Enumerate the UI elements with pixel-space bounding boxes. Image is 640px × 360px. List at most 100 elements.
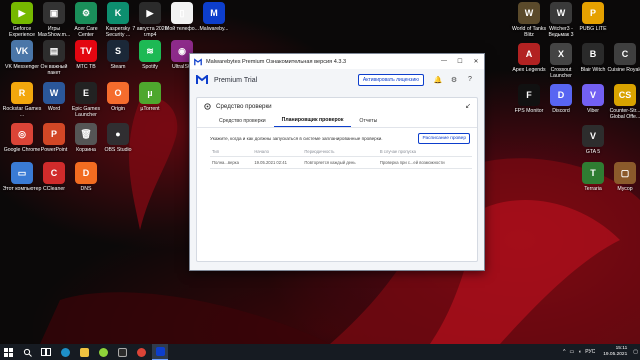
acer-care-icon: ⚙ (75, 2, 97, 24)
desktop-icon-label: OBS Studio (104, 147, 132, 153)
scanner-panel-title: Средство проверки (216, 102, 272, 110)
table-cell: Повторяется каждый день (302, 156, 378, 169)
table-cell: 19.05.2021 02:41 (252, 156, 303, 169)
desktop-icon-label: GTA 5 (585, 149, 601, 155)
tray-overflow-chevron-icon[interactable]: ^ (563, 349, 565, 355)
help-icon[interactable]: ? (462, 76, 478, 84)
document-icon: ▯ (171, 2, 193, 24)
gta5-icon: V (582, 125, 604, 147)
collapse-panel-icon[interactable]: ↙ (465, 102, 471, 110)
mts-tv-icon: TV (75, 40, 97, 62)
column-header[interactable]: Тип (210, 147, 253, 157)
origin-icon: O (107, 82, 129, 104)
taskbar-malwarebytes[interactable] (152, 344, 168, 360)
table-cell: Полна...верка (210, 156, 253, 169)
csgo-icon: CS (614, 84, 636, 106)
window-titlebar[interactable]: Malwarebytes Premium Ознакомительная вер… (190, 54, 484, 69)
table-row[interactable]: Полна...верка 19.05.2021 02:41 Повторяется… (210, 156, 472, 169)
apex-icon: A (518, 43, 540, 65)
trash-folder-icon: ▢ (614, 162, 636, 184)
column-header[interactable]: В случае пропуска (377, 147, 472, 157)
scanner-tabs: Средство проверки Планировщик проверок О… (197, 114, 477, 128)
clock-date: 19.05.2021 (603, 352, 628, 357)
activate-license-button[interactable]: Активировать лицензию (357, 74, 424, 86)
desktop-icon[interactable]: CS Counter-Str... Global Offe... (605, 84, 640, 120)
task-view-icon (41, 348, 51, 356)
scanner-icon (204, 102, 211, 110)
ccleaner-icon: C (43, 162, 65, 184)
table-cell: Проверка при с...ей возможности (377, 156, 472, 169)
utorrent-icon: µ (139, 82, 161, 104)
clock[interactable]: 15:11 19.05.2021 (603, 346, 627, 358)
video-file-icon: ▶ (139, 2, 161, 24)
fps-monitor-icon: F (518, 84, 540, 106)
desktop-icon[interactable]: ▢ Мусор (605, 162, 640, 192)
desktop-icon-label: Мусор (617, 186, 633, 192)
recycle-bin-icon: 🗑 (75, 123, 97, 145)
notifications-icon[interactable]: ▢ (633, 349, 638, 355)
file-icon: ▤ (43, 40, 65, 62)
column-header[interactable]: Начало (252, 147, 303, 157)
desktop-icon-label: µTorrent (140, 106, 160, 112)
dns-icon: D (75, 162, 97, 184)
taskbar-chrome[interactable] (133, 344, 149, 360)
wot-blitz-icon: W (518, 2, 540, 24)
language-indicator[interactable]: РУС (585, 349, 595, 355)
volume-icon[interactable]: ◖ (578, 349, 581, 355)
desktop-icon[interactable]: C Cuisine Royale (605, 43, 640, 73)
taskbar-media-app[interactable] (114, 344, 130, 360)
cuisine-royale-icon: C (614, 43, 636, 65)
viber-icon: V (582, 84, 604, 106)
desktop-icon[interactable]: ● OBS Studio (98, 123, 138, 153)
settings-gear-icon[interactable]: ⚙ (446, 76, 462, 84)
acer-app-icon (98, 347, 108, 357)
column-header[interactable]: Периодичность (302, 147, 378, 157)
powerpoint-icon: P (43, 123, 65, 145)
malwarebytes-icon (155, 347, 165, 356)
obs-icon: ● (107, 123, 129, 145)
epic-games-icon: E (75, 82, 97, 104)
search-button[interactable] (19, 344, 35, 360)
media-app-icon (117, 347, 127, 357)
task-view-button[interactable] (38, 344, 54, 360)
taskbar-file-explorer[interactable] (76, 344, 92, 360)
premium-trial-label: Premium Trial (214, 76, 258, 84)
start-button[interactable] (0, 344, 16, 360)
tab-reports[interactable]: Отчеты (351, 118, 385, 127)
rockstar-icon: R (11, 82, 33, 104)
tab-scan-scheduler[interactable]: Планировщик проверок (273, 117, 352, 127)
window-title: Malwarebytes Premium Ознакомительная вер… (206, 58, 347, 65)
vk-icon: VK (11, 40, 33, 62)
desktop-icon[interactable]: D DNS (66, 162, 106, 192)
taskbar: ^ ▭ ◖ РУС 15:11 19.05.2021 ▢ (0, 344, 640, 360)
search-icon (23, 348, 32, 357)
scanner-panel-header: Средство проверки ↙ (197, 98, 477, 114)
notifications-bell-icon[interactable]: 🔔 (430, 76, 446, 84)
desktop-icon[interactable]: µ µTorrent (130, 82, 170, 112)
schedule-toolbar: Укажите, когда и как должны запускаться … (197, 128, 477, 147)
pubg-lite-icon: P (582, 2, 604, 24)
desktop-icon[interactable]: M Malwareby... (194, 2, 234, 32)
desktop-icon-label: Counter-Str... Global Offe... (609, 108, 640, 121)
desktop-icon[interactable]: V GTA 5 (573, 125, 613, 155)
desktop-icon-label: Cuisine Royale (607, 67, 640, 73)
system-tray: ^ ▭ ◖ РУС 15:11 19.05.2021 ▢ (561, 344, 640, 360)
malwarebytes-icon: M (203, 2, 225, 24)
desktop-icon-label: Malwareby... (199, 26, 229, 32)
malwarebytes-window: Malwarebytes Premium Ознакомительная вер… (189, 53, 485, 271)
schedule-scan-button[interactable]: Расписание провер (418, 133, 470, 144)
malwarebytes-logo-icon (194, 57, 202, 65)
discord-icon: D (550, 84, 572, 106)
taskbar-edge[interactable] (57, 344, 73, 360)
malwarebytes-brand-icon (196, 75, 208, 84)
minimize-button[interactable]: — (436, 58, 452, 65)
taskbar-acer-app[interactable] (95, 344, 111, 360)
maximize-button[interactable]: ☐ (452, 58, 468, 65)
tab-scanner[interactable]: Средство проверки (211, 118, 274, 127)
file-explorer-icon (79, 347, 89, 357)
desktop-icon[interactable]: P PUBG LITE (573, 2, 613, 32)
scanner-panel: Средство проверки ↙ Средство проверки Пл… (196, 97, 478, 262)
network-icon[interactable]: ▭ (569, 349, 574, 355)
witcher-icon: W (550, 2, 572, 24)
close-button[interactable]: ✕ (468, 58, 484, 65)
